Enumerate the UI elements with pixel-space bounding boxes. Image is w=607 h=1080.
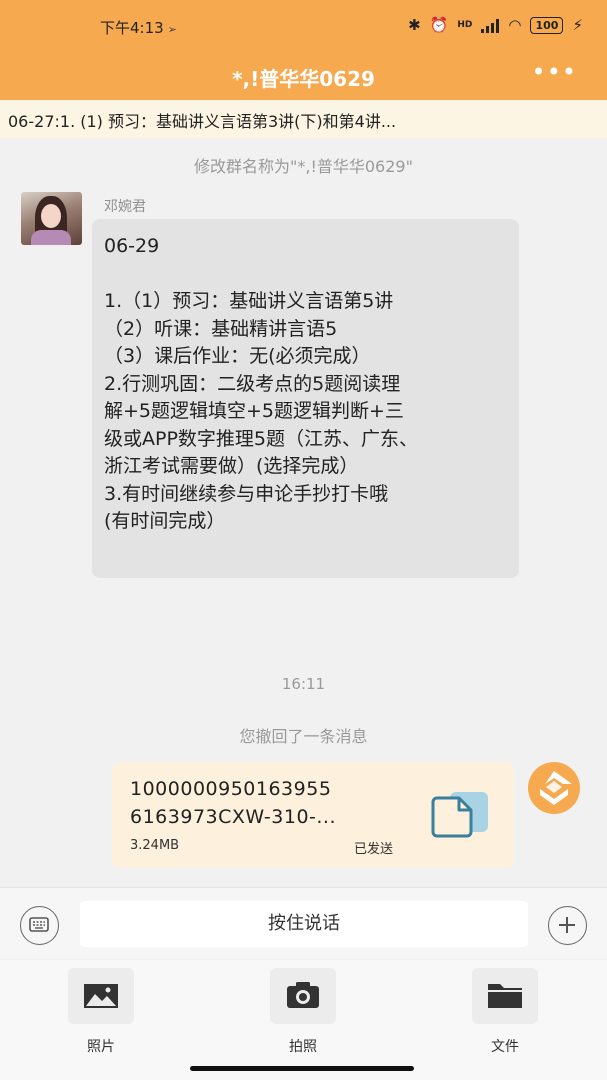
message-timestamp: 16:11 <box>281 675 326 693</box>
alarm-icon: ⏰ <box>429 16 449 34</box>
message-line: 级或APP数字推理5题（江苏、广东、 <box>104 427 419 450</box>
document-icon <box>431 792 488 838</box>
hold-to-talk-button[interactable]: 按住说话 <box>80 901 528 947</box>
sender-avatar[interactable] <box>21 192 82 245</box>
message-line: （3）课后作业：无(必须完成） <box>104 345 371 367</box>
attach-file-button[interactable]: 文件 <box>470 968 540 1056</box>
self-avatar[interactable] <box>522 762 586 814</box>
wifi-icon: ◠ <box>508 16 522 34</box>
message-line: 2.行测巩固：二级考点的5题阅读理 <box>104 372 401 395</box>
message-line: 3.有时间继续参与申论手抄打卡哦 <box>104 482 389 505</box>
charging-icon: ⚡ <box>572 16 583 34</box>
camera-icon <box>287 982 319 1008</box>
status-bar: 下午4:13 ➢ ✱ ⏰ HD ◠ 100 ⚡ <box>0 0 607 52</box>
attach-photo-button[interactable]: 照片 <box>66 968 136 1056</box>
rename-notice: 修改群名称为"*,!普华华0629" <box>194 157 413 176</box>
status-icons: ✱ ⏰ HD ◠ 100 ⚡ <box>408 16 583 34</box>
attach-file-label: 文件 <box>491 1039 519 1055</box>
file-name-line1: 1000000950163955 <box>130 778 332 800</box>
file-message-card[interactable]: 1000000950163955 6163973CXW-310-... 3.24… <box>112 762 514 868</box>
home-indicator[interactable] <box>190 1066 414 1071</box>
location-arrow-icon: ➢ <box>167 23 177 36</box>
chat-header: 下午4:13 ➢ ✱ ⏰ HD ◠ 100 ⚡ *,!普华华0629 ••• <box>0 0 607 100</box>
avatar-clothes <box>31 230 71 245</box>
pinned-notice[interactable]: 06-27:1. (1) 预习：基础讲义言语第3讲(下)和第4讲... <box>0 100 607 138</box>
hd-icon: HD <box>457 20 473 30</box>
attach-camera-button[interactable]: 拍照 <box>268 968 338 1056</box>
attach-photo-icon-box <box>68 968 134 1024</box>
keyboard-toggle-button[interactable] <box>20 906 59 945</box>
signal-icon <box>481 18 500 33</box>
file-name-line2: 6163973CXW-310-... <box>130 806 337 828</box>
more-options-button[interactable]: ••• <box>532 58 577 86</box>
attach-file-icon-box <box>472 968 538 1024</box>
bluetooth-icon: ✱ <box>408 16 421 34</box>
attach-photo-label: 照片 <box>87 1039 115 1055</box>
recall-notice: 您撤回了一条消息 <box>239 727 368 746</box>
keyboard-icon <box>29 917 49 932</box>
more-actions-plus-button[interactable] <box>548 906 587 945</box>
status-time: 下午4:13 ➢ <box>100 17 177 38</box>
file-sent-status: 已发送 <box>354 842 394 857</box>
chat-title: *,!普华华0629 <box>232 67 375 91</box>
input-bar: 按住说话 <box>0 887 607 959</box>
attach-camera-label: 拍照 <box>289 1039 317 1055</box>
attachment-panel: 照片 拍照 文件 <box>0 960 607 1080</box>
attach-camera-icon-box <box>270 968 336 1024</box>
battery-icon: 100 <box>530 16 564 34</box>
message-line: (有时间完成） <box>104 510 226 532</box>
status-time-text: 下午4:13 <box>100 19 164 37</box>
avatar-face <box>41 204 61 228</box>
message-line: 浙江考试需要做）(选择完成） <box>104 455 359 477</box>
message-line: （2）听课：基础精讲言语5 <box>104 317 338 340</box>
message-bubble[interactable]: 06-29 1.（1）预习：基础讲义言语第5讲 （2）听课：基础精讲言语5 （3… <box>92 219 519 578</box>
message-line: 06-29 <box>104 235 160 257</box>
title-bar: *,!普华华0629 ••• <box>0 52 607 100</box>
message-line: 1.（1）预习：基础讲义言语第5讲 <box>104 290 394 312</box>
message-line: 解+5题逻辑填空+5题逻辑判断+三 <box>104 400 404 422</box>
file-size: 3.24MB <box>130 838 180 853</box>
sender-name: 邓婉君 <box>104 199 146 215</box>
message-line <box>104 261 511 289</box>
folder-icon <box>488 984 522 1008</box>
image-icon <box>84 984 118 1008</box>
